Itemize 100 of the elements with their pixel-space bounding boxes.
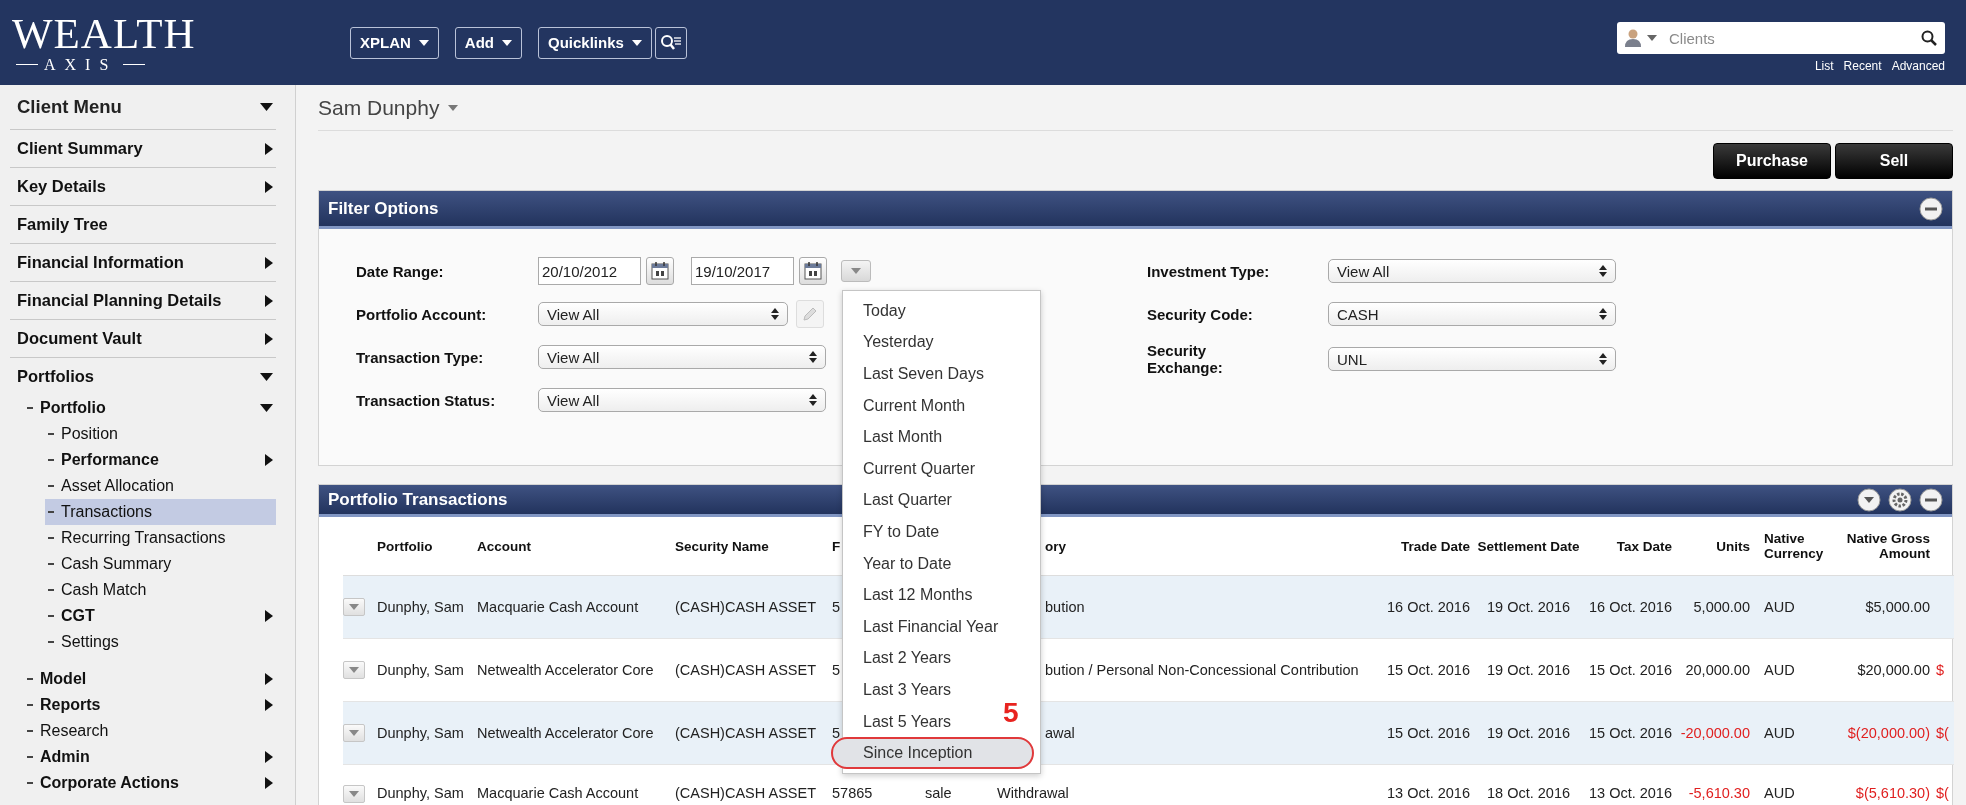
link[interactable]: Recent	[1843, 59, 1882, 73]
sidebar-item[interactable]: Financial Information	[10, 244, 276, 282]
menu-item[interactable]: Current Month	[843, 389, 974, 422]
menu-item[interactable]: Last 12 Months	[843, 579, 981, 611]
right-arrow-icon[interactable]	[265, 256, 273, 269]
row-menu-button[interactable]	[343, 724, 365, 742]
table-cell: $20,000.00	[1857, 662, 1930, 678]
menu-button[interactable]: Add	[454, 26, 522, 59]
column-header[interactable]: Settlement Date	[1477, 538, 1580, 554]
menu-item[interactable]: Last 2 Years	[843, 642, 960, 675]
row-menu-button[interactable]	[343, 661, 365, 679]
menu-item[interactable]: Since Inception	[831, 737, 1034, 769]
action-button[interactable]: Purchase	[1713, 143, 1831, 179]
down-arrow-icon[interactable]	[260, 372, 273, 381]
search-bar[interactable]: Clients	[1617, 22, 1945, 54]
down-arrow-icon[interactable]	[260, 103, 273, 111]
menu-item[interactable]: Last Month	[843, 421, 951, 453]
search-icon[interactable]	[1921, 30, 1937, 46]
link[interactable]: List	[1814, 59, 1834, 73]
table-cell: $(	[1936, 785, 1949, 801]
range-dropdown-button[interactable]	[841, 260, 871, 282]
right-arrow-icon[interactable]	[265, 610, 273, 622]
table-cell: 15 Oct. 2016	[1386, 662, 1470, 678]
menu-item[interactable]: Last 3 Years	[843, 674, 960, 706]
right-arrow-icon[interactable]	[265, 699, 273, 711]
sidebar-heading[interactable]: Client Menu	[10, 85, 276, 130]
sidebar-item[interactable]: Key Details	[10, 168, 276, 206]
sidebar-item[interactable]: Research	[24, 718, 276, 744]
sidebar-item[interactable]: Asset Allocation	[45, 473, 276, 499]
sidebar-item[interactable]: Portfolios	[10, 358, 276, 395]
menu-item[interactable]: Year to Date	[843, 547, 960, 580]
row-menu-button[interactable]	[343, 598, 365, 616]
right-arrow-icon[interactable]	[265, 751, 273, 763]
menu-item[interactable]: Today	[843, 295, 914, 327]
sidebar-item[interactable]: Recurring Transactions	[45, 525, 276, 551]
sidebar-item[interactable]: Transactions	[45, 499, 276, 525]
column-header[interactable]: Tax Date	[1616, 538, 1672, 554]
sidebar-item[interactable]: Settings	[45, 629, 276, 655]
sidebar-item[interactable]: Cash Match	[45, 577, 276, 603]
right-arrow-icon[interactable]	[265, 454, 273, 466]
menu-item[interactable]: Last Quarter	[843, 484, 960, 517]
sidebar-item[interactable]: Performance	[45, 447, 276, 473]
right-arrow-icon[interactable]	[265, 294, 273, 307]
action-button[interactable]: Sell	[1835, 143, 1953, 179]
column-header[interactable]: Account	[477, 538, 531, 554]
select-dropdown[interactable]: View All	[538, 388, 826, 412]
column-header[interactable]: Trade Date	[1400, 538, 1470, 554]
menu-item[interactable]: Current Quarter	[843, 452, 984, 485]
select-dropdown[interactable]: View All	[538, 345, 826, 369]
menu-item[interactable]: Yesterday	[843, 326, 942, 359]
calendar-button[interactable]	[646, 257, 674, 285]
menu-item[interactable]: Last Seven Days	[843, 358, 992, 390]
sidebar-item[interactable]: CGT	[45, 603, 276, 629]
column-header[interactable]: ory	[1045, 538, 1066, 554]
menu-button[interactable]: Quicklinks	[538, 26, 652, 59]
sidebar-item[interactable]: Cash Summary	[45, 551, 276, 577]
minus-circle-icon[interactable]	[1919, 196, 1943, 221]
select-dropdown[interactable]: CASH	[1328, 302, 1616, 326]
column-header[interactable]: F	[832, 538, 841, 554]
calendar-icon	[804, 262, 822, 280]
date-field[interactable]: 19/10/2017	[691, 257, 794, 285]
sidebar-item[interactable]: Portfolio	[24, 395, 276, 421]
gear-icon[interactable]	[1888, 487, 1912, 512]
menu-button[interactable]: XPLAN	[350, 26, 439, 59]
sidebar-item[interactable]: Family Tree	[10, 206, 276, 244]
menu-item[interactable]: FY to Date	[843, 516, 948, 548]
right-arrow-icon[interactable]	[265, 332, 273, 345]
caret-icon	[349, 791, 359, 797]
sidebar-item[interactable]: Document Vault	[10, 320, 276, 358]
right-arrow-icon[interactable]	[265, 673, 273, 685]
sidebar-item[interactable]: Financial Planning Details	[10, 282, 276, 320]
sidebar-item[interactable]: Reports	[24, 692, 276, 718]
calendar-button[interactable]	[799, 257, 827, 285]
row-menu-button[interactable]	[343, 785, 365, 803]
sidebar-item[interactable]: Position	[45, 421, 276, 447]
right-arrow-icon[interactable]	[265, 142, 273, 155]
client-name[interactable]: Sam Dunphy	[318, 95, 440, 120]
column-header[interactable]: Portfolio	[377, 538, 433, 554]
link[interactable]: Advanced	[1891, 59, 1945, 73]
minus-circle-icon[interactable]	[1919, 487, 1943, 512]
right-arrow-icon[interactable]	[265, 777, 273, 789]
chevron-down-icon[interactable]	[1857, 487, 1881, 512]
right-arrow-icon[interactable]	[265, 180, 273, 193]
sidebar-item[interactable]: Admin	[24, 744, 276, 770]
column-header[interactable]: Units	[1716, 538, 1750, 554]
column-header[interactable]: Native Currency	[1764, 531, 1833, 561]
caret-icon	[851, 268, 861, 274]
down-arrow-icon[interactable]	[260, 404, 273, 412]
column-header[interactable]: Security Name	[675, 538, 769, 554]
select-dropdown[interactable]: UNL	[1328, 347, 1616, 371]
column-header[interactable]: Native Gross Amount	[1833, 531, 1930, 561]
sidebar-item[interactable]: Model	[24, 666, 276, 692]
menu-item[interactable]: Last Financial Year	[843, 610, 1007, 643]
sidebar-item[interactable]: Corporate Actions	[24, 770, 276, 796]
menu-item[interactable]: Last 5 Years	[843, 705, 960, 738]
sidebar-item[interactable]: Client Summary	[10, 130, 276, 168]
search-list-button[interactable]	[654, 26, 687, 59]
date-field[interactable]: 20/10/2012	[538, 257, 641, 285]
select-dropdown[interactable]: View All	[1328, 259, 1616, 283]
select-dropdown[interactable]: View All	[538, 302, 788, 326]
